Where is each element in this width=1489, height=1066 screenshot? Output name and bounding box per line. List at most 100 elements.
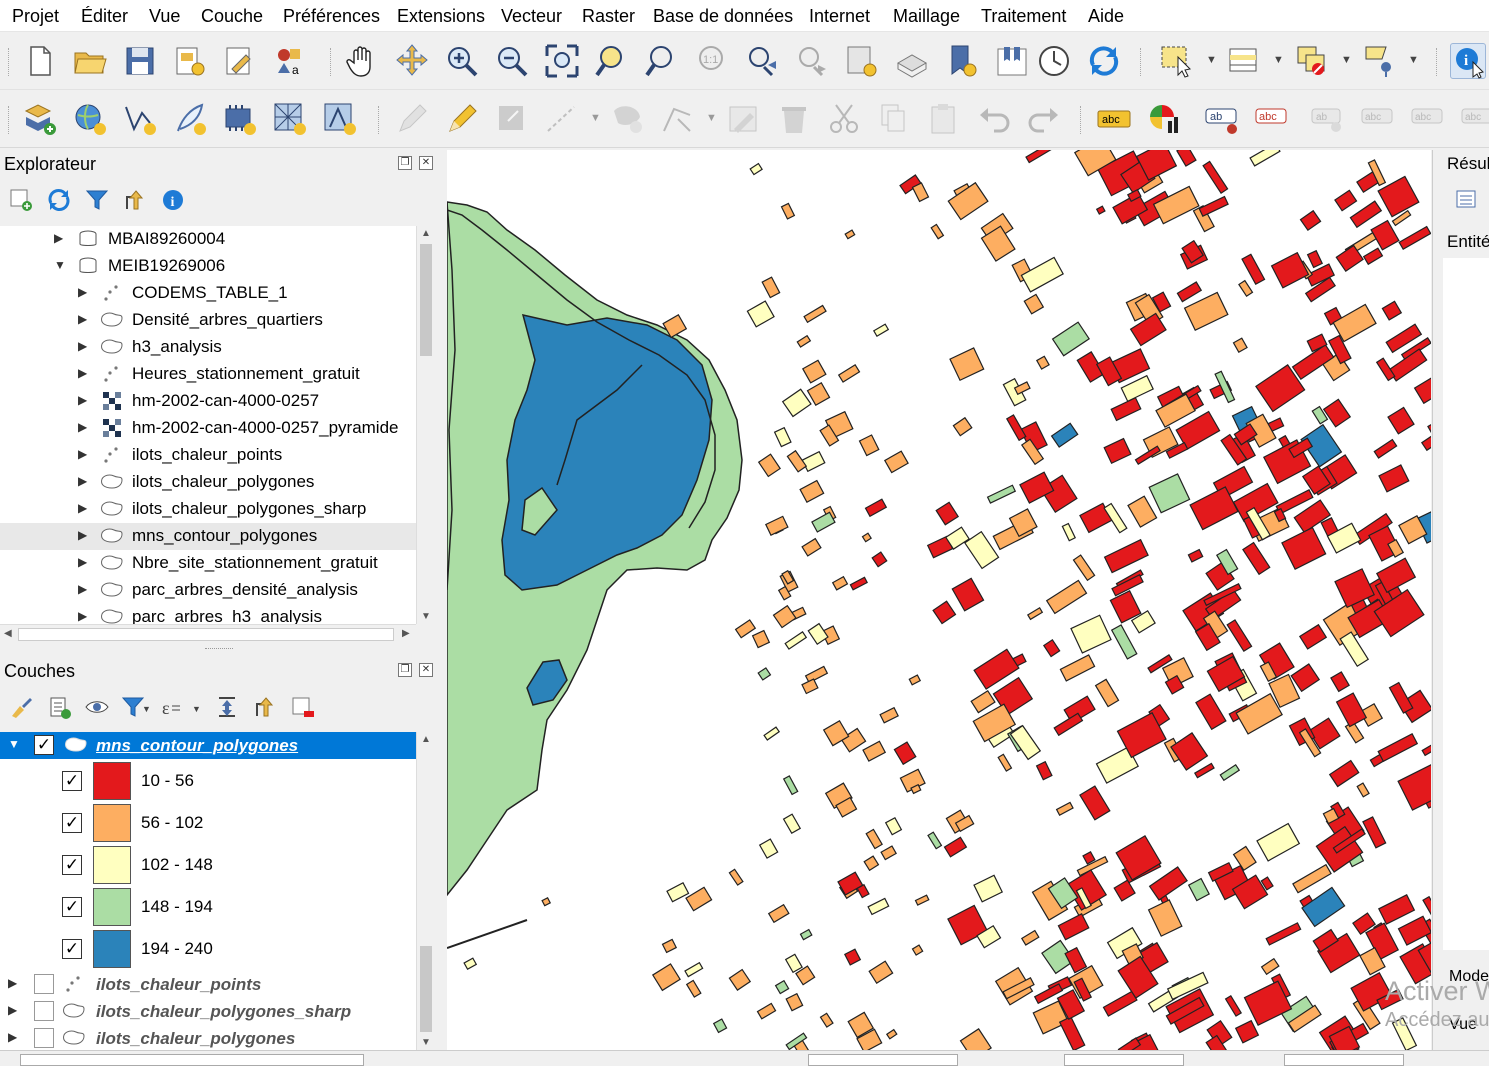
layers-vertical-scrollbar[interactable]: ▲ ▼: [416, 732, 436, 1050]
legend-class-row[interactable]: ✓ 102 - 148: [0, 844, 416, 886]
data-source-manager-icon[interactable]: [22, 101, 58, 137]
zoom-native-resolution-icon[interactable]: 1:1: [694, 43, 730, 79]
filter-legend-dropdown[interactable]: ▼: [142, 704, 151, 714]
scroll-up-arrow-icon[interactable]: ▲: [421, 734, 431, 745]
menu-editer[interactable]: Éditer: [81, 6, 128, 27]
expand-arrow-icon[interactable]: ▶: [78, 420, 87, 434]
class-visibility-checkbox[interactable]: ✓: [62, 813, 82, 833]
class-color-swatch[interactable]: [93, 804, 131, 842]
class-visibility-checkbox[interactable]: ✓: [62, 771, 82, 791]
layer-row[interactable]: ▶ ilots_chaleur_points: [0, 971, 416, 998]
layer-visibility-checkbox[interactable]: [34, 1001, 54, 1021]
tree-item-db[interactable]: ▼ MEIB19269006: [0, 253, 416, 280]
new-geopackage-icon[interactable]: [72, 101, 108, 137]
class-visibility-checkbox[interactable]: ✓: [62, 897, 82, 917]
style-panel-icon[interactable]: [8, 694, 34, 720]
expand-arrow-icon[interactable]: ▶: [8, 1030, 17, 1044]
legend-class-row[interactable]: ✓ 148 - 194: [0, 886, 416, 928]
deselect-features-icon[interactable]: [1294, 43, 1330, 79]
legend-class-row[interactable]: ✓ 10 - 56: [0, 760, 416, 802]
scroll-right-arrow-icon[interactable]: ▶: [402, 628, 410, 639]
browser-vertical-scrollbar[interactable]: ▲ ▼: [416, 226, 436, 624]
new-print-layout-icon[interactable]: [172, 43, 208, 79]
style-manager-icon[interactable]: a: [272, 43, 308, 79]
expand-arrow-icon[interactable]: ▶: [78, 447, 87, 461]
tree-item-layer[interactable]: ▶ Heures_stationnement_gratuit: [0, 361, 416, 388]
current-edits-icon[interactable]: [394, 101, 430, 137]
new-bookmark-icon[interactable]: [944, 43, 980, 79]
pan-hand-icon[interactable]: [344, 43, 380, 79]
tree-item-layer[interactable]: ▶ Densité_arbres_quartiers: [0, 307, 416, 334]
copy-features-icon[interactable]: [876, 101, 912, 137]
tree-item-layer[interactable]: ▶ parc_arbres_densité_analysis: [0, 577, 416, 604]
open-project-icon[interactable]: [72, 43, 108, 79]
vertex-dropdown[interactable]: ▼: [706, 112, 717, 124]
tree-item-layer[interactable]: ▶ h3_analysis: [0, 334, 416, 361]
map-canvas[interactable]: [447, 150, 1431, 1050]
properties-info-icon[interactable]: i: [160, 187, 186, 213]
expand-arrow-icon[interactable]: ▶: [78, 528, 87, 542]
expand-arrow-icon[interactable]: ▶: [78, 474, 87, 488]
new-project-icon[interactable]: [22, 43, 58, 79]
delete-selected-icon[interactable]: [776, 101, 812, 137]
zoom-to-selection-icon[interactable]: [594, 43, 630, 79]
toggle-editing-icon[interactable]: [444, 101, 480, 137]
expression-dropdown[interactable]: ▼: [192, 704, 201, 714]
zoom-next-icon[interactable]: [794, 43, 830, 79]
digitize-dropdown[interactable]: ▼: [590, 112, 601, 124]
attribute-select-dropdown[interactable]: ▼: [1273, 54, 1284, 66]
layout-manager-icon[interactable]: [222, 43, 258, 79]
scroll-thumb[interactable]: [420, 244, 432, 356]
tree-item-layer[interactable]: ▶ hm-2002-can-4000-0257: [0, 388, 416, 415]
remove-layer-icon[interactable]: [290, 694, 316, 720]
new-map-view-icon[interactable]: [844, 43, 880, 79]
menu-preferences[interactable]: Préférences: [283, 6, 380, 27]
layer-diagram-icon[interactable]: [1146, 101, 1182, 137]
collapse-all-icon[interactable]: [122, 187, 148, 213]
expand-arrow-icon[interactable]: ▶: [78, 366, 87, 380]
menu-maillage[interactable]: Maillage: [893, 6, 960, 27]
panel-splitter[interactable]: [205, 648, 233, 651]
toolbar-handle[interactable]: [8, 48, 10, 76]
select-features-icon[interactable]: [1158, 43, 1194, 79]
tree-item-layer-selected[interactable]: ▶ mns_contour_polygones: [0, 523, 416, 550]
attribute-table-select-icon[interactable]: [1226, 43, 1262, 79]
new-virtual-layer-icon[interactable]: [222, 101, 258, 137]
browser-horizontal-scrollbar[interactable]: ◀ ▶: [0, 624, 416, 644]
scroll-down-arrow-icon[interactable]: ▼: [421, 611, 431, 622]
layer-row[interactable]: ▶ ilots_chaleur_polygones_sharp: [0, 998, 416, 1025]
menu-extensions[interactable]: Extensions: [397, 6, 485, 27]
refresh-browser-icon[interactable]: [46, 187, 72, 213]
zoom-out-icon[interactable]: [494, 43, 530, 79]
save-project-icon[interactable]: [122, 43, 158, 79]
zoom-to-layer-icon[interactable]: [644, 43, 680, 79]
class-visibility-checkbox[interactable]: ✓: [62, 939, 82, 959]
expand-arrow-icon[interactable]: ▶: [78, 393, 87, 407]
expand-arrow-icon[interactable]: ▶: [8, 1003, 17, 1017]
class-color-swatch[interactable]: [93, 762, 131, 800]
new-spatialite-icon[interactable]: [172, 101, 208, 137]
filter-browser-icon[interactable]: [84, 187, 110, 213]
zoom-full-icon[interactable]: [544, 43, 580, 79]
new-mesh-layer-icon[interactable]: [272, 101, 308, 137]
show-hide-labels-icon[interactable]: ab: [1310, 101, 1346, 137]
close-panel-button[interactable]: ✕: [419, 156, 433, 170]
float-panel-button[interactable]: ❐: [398, 663, 412, 677]
menu-couche[interactable]: Couche: [201, 6, 263, 27]
expand-tree-icon[interactable]: [1455, 188, 1477, 210]
collapse-all-layers-icon[interactable]: [252, 694, 278, 720]
filter-by-expression-icon[interactable]: ε: [158, 694, 184, 720]
vertex-tool-icon[interactable]: [660, 101, 696, 137]
layer-visibility-checkbox[interactable]: [34, 1028, 54, 1048]
change-label-icon[interactable]: abc: [1460, 101, 1489, 137]
class-visibility-checkbox[interactable]: ✓: [62, 855, 82, 875]
menu-vecteur[interactable]: Vecteur: [501, 6, 562, 27]
expand-arrow-icon[interactable]: ▶: [8, 976, 17, 990]
coordinate-field[interactable]: [808, 1054, 958, 1066]
add-group-icon[interactable]: [46, 694, 72, 720]
deselect-dropdown[interactable]: ▼: [1341, 54, 1352, 66]
tree-item-layer[interactable]: ▶ ilots_chaleur_polygones_sharp: [0, 496, 416, 523]
menu-vue[interactable]: Vue: [149, 6, 180, 27]
expand-arrow-icon[interactable]: ▶: [78, 339, 87, 353]
legend-class-row[interactable]: ✓ 56 - 102: [0, 802, 416, 844]
